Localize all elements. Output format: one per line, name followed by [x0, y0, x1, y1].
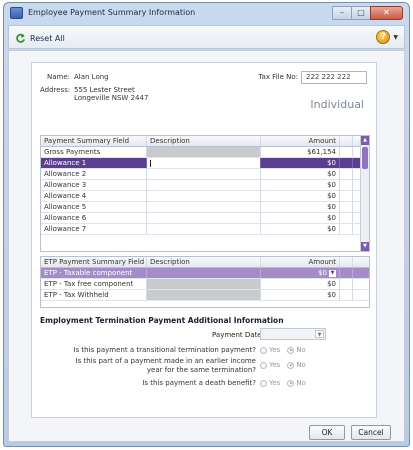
help-icon: ?	[376, 30, 391, 44]
payment-date-label: Payment Date:	[212, 331, 264, 339]
death-benefit-no-radio[interactable]	[287, 379, 295, 387]
table-row[interactable]: Allowance 2 $0	[41, 169, 369, 180]
grid-header: ETP Payment Summary Field Description Am…	[41, 257, 369, 268]
etp-summary-grid: ETP Payment Summary Field Description Am…	[40, 256, 370, 308]
scroll-up-icon[interactable]: ▲	[361, 136, 369, 145]
maximize-button[interactable]: □	[351, 6, 371, 20]
chevron-down-icon[interactable]: ▼	[329, 269, 336, 277]
table-row[interactable]: Allowance 4 $0	[41, 191, 369, 202]
text-caret	[150, 159, 151, 167]
title-bar[interactable]: Employee Payment Summary Information – □…	[4, 3, 409, 24]
transitional-yes-radio[interactable]	[260, 346, 267, 354]
grid-header: Payment Summary Field Description Amount	[41, 136, 369, 147]
vertical-scrollbar[interactable]: ▲ ▼	[360, 136, 369, 251]
app-icon	[10, 7, 23, 19]
table-row[interactable]: Gross Payments $61,154	[41, 147, 369, 158]
employee-payment-summary-window: Employee Payment Summary Information – □…	[3, 2, 410, 447]
question-earlier-income-line2: year for the same termination?	[146, 366, 256, 374]
window-title: Employee Payment Summary Information	[28, 8, 196, 17]
scrollbar-thumb[interactable]	[362, 147, 368, 169]
address-line-2: Longeville NSW 2447	[74, 94, 149, 102]
transitional-radio-group: Yes No	[260, 346, 313, 354]
payment-date-dropdown[interactable]: ▼	[260, 328, 326, 340]
minimize-button[interactable]: –	[332, 6, 352, 20]
table-row[interactable]: Allowance 7 $0	[41, 224, 369, 235]
employee-type: Individual	[310, 98, 364, 111]
column-header-amount[interactable]: Amount	[261, 136, 340, 146]
earlier-income-no-radio[interactable]	[287, 361, 295, 369]
table-row[interactable]: Allowance 5 $0	[41, 202, 369, 213]
earlier-income-yes-radio[interactable]	[260, 361, 267, 369]
death-benefit-radio-group: Yes No	[260, 379, 313, 387]
reset-icon	[16, 33, 25, 43]
transitional-no-radio[interactable]	[287, 346, 295, 354]
column-header-description[interactable]: Description	[147, 257, 261, 267]
name-label: Name:	[46, 73, 70, 81]
table-row-selected[interactable]: Allowance 1 $0	[41, 158, 369, 169]
tax-file-input[interactable]: 222 222 222	[301, 71, 367, 84]
summary-panel: Name: Alan Long Address: 555 Lester Stre…	[31, 62, 377, 418]
column-header-description[interactable]: Description	[147, 136, 261, 146]
content-area: Name: Alan Long Address: 555 Lester Stre…	[8, 50, 405, 442]
chevron-down-icon[interactable]: ▼	[315, 330, 324, 338]
etp-info-title: Employment Termination Payment Additiona…	[40, 316, 284, 325]
question-earlier-income-line1: Is this part of a payment made in an ear…	[75, 357, 256, 365]
tax-file-label: Tax File No:	[258, 73, 298, 81]
reset-all-label: Reset All	[30, 33, 65, 43]
column-header-etp-field[interactable]: ETP Payment Summary Field	[41, 257, 147, 267]
employee-name: Alan Long	[74, 73, 109, 81]
reset-all-button[interactable]: Reset All	[15, 31, 65, 45]
payment-summary-grid: Payment Summary Field Description Amount…	[40, 135, 370, 252]
table-row[interactable]: ETP - Tax Withheld $0	[41, 290, 369, 301]
question-death-benefit: Is this payment a death benefit?	[142, 379, 256, 387]
table-row[interactable]: Allowance 3 $0	[41, 180, 369, 191]
chevron-down-icon: ▼	[393, 33, 398, 41]
description-edit-cell[interactable]	[147, 158, 261, 168]
window-controls: – □ ✕	[332, 6, 403, 20]
toolbar: Reset All ? ▼	[8, 25, 405, 49]
ok-button[interactable]: OK	[309, 425, 345, 440]
earlier-income-radio-group: Yes No	[260, 361, 313, 369]
death-benefit-yes-radio[interactable]	[260, 379, 267, 387]
close-button[interactable]: ✕	[370, 6, 403, 20]
cancel-button[interactable]: Cancel	[351, 425, 391, 440]
address-label: Address:	[40, 86, 71, 94]
column-header-field[interactable]: Payment Summary Field	[41, 136, 147, 146]
scroll-down-icon[interactable]: ▼	[361, 242, 369, 251]
column-header-amount[interactable]: Amount	[261, 257, 340, 267]
table-row[interactable]: ETP - Tax free component $0	[41, 279, 369, 290]
address-line-1: 555 Lester Street	[74, 86, 135, 94]
table-row-selected[interactable]: ETP - Taxable component $0 ▼	[41, 268, 369, 279]
help-button[interactable]: ? ▼	[376, 30, 398, 44]
table-row[interactable]: Allowance 6 $0	[41, 213, 369, 224]
question-transitional: Is this payment a transitional terminati…	[73, 346, 257, 354]
